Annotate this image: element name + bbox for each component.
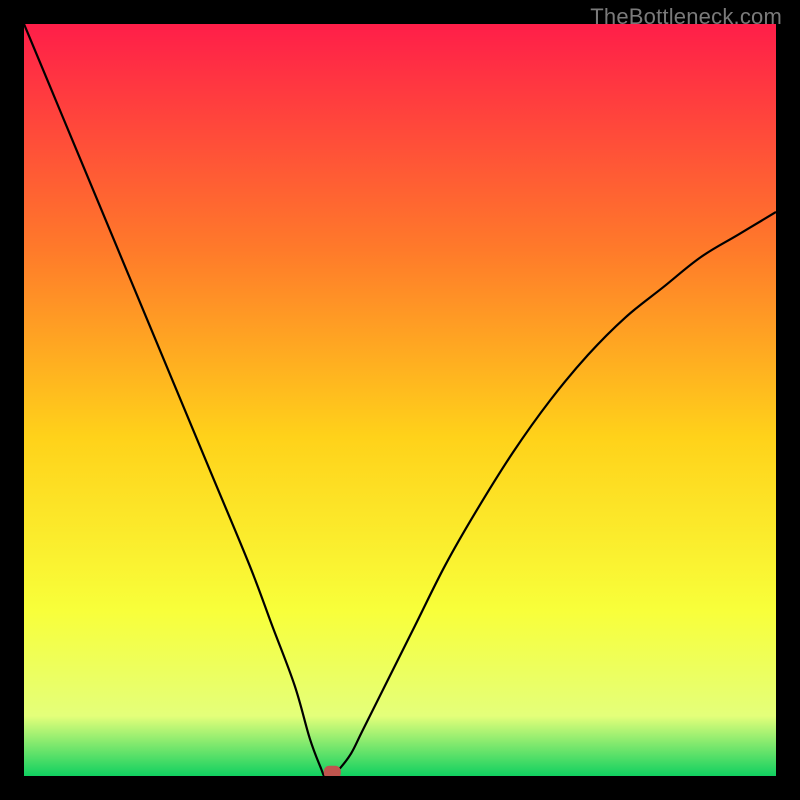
- bottleneck-chart: [24, 24, 776, 776]
- optimum-marker: [324, 766, 340, 776]
- plot-background: [24, 24, 776, 776]
- watermark-text: TheBottleneck.com: [590, 4, 782, 30]
- chart-frame: TheBottleneck.com: [0, 0, 800, 800]
